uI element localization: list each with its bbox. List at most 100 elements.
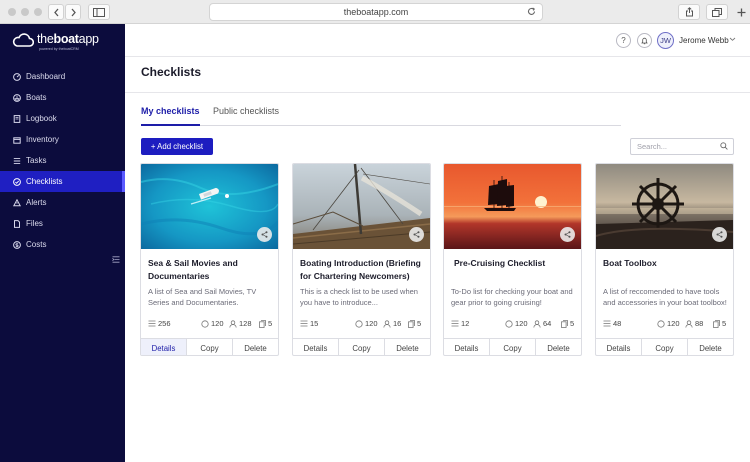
search-input[interactable] — [631, 139, 719, 154]
files-icon — [14, 219, 20, 228]
window-minimize-dot[interactable] — [21, 8, 29, 16]
copy-button[interactable]: Copy — [642, 339, 688, 355]
page-title: Checklists — [141, 65, 202, 79]
share-button[interactable] — [712, 227, 727, 242]
cloud-logo-icon — [12, 33, 34, 47]
sidebar: theboatapp powered by theboatCRM Dashboa… — [0, 24, 125, 462]
share-square-icon — [685, 7, 693, 17]
share-button[interactable] — [560, 227, 575, 242]
tab-public-checklists[interactable]: Public checklists — [213, 105, 279, 126]
share-page-button[interactable] — [678, 4, 700, 20]
copies-count: 5 — [561, 319, 574, 328]
avatar[interactable]: JW — [657, 32, 674, 49]
copy-icon — [408, 319, 415, 328]
tabs-overview-button[interactable] — [706, 4, 728, 20]
copies-count: 5 — [408, 319, 421, 328]
details-button[interactable]: Details — [141, 339, 187, 355]
sidebar-item-label: Logbook — [26, 114, 57, 123]
checklist-card: Sea & Sail Movies and Documentaries A li… — [140, 163, 279, 356]
search-icon[interactable] — [720, 142, 728, 150]
card-actions: Details Copy Delete — [293, 338, 430, 355]
tab-my-checklists[interactable]: My checklists — [141, 105, 200, 126]
delete-button[interactable]: Delete — [385, 339, 430, 355]
notifications-button[interactable] — [637, 33, 652, 48]
sidebar-item-costs[interactable]: Costs — [0, 234, 125, 255]
sidebar-item-label: Inventory — [26, 135, 59, 144]
sidebar-nav: Dashboard Boats Logbook Inventory Tasks … — [0, 66, 125, 255]
checklist-title[interactable]: Boat Toolbox — [603, 257, 728, 270]
share-icon — [716, 231, 723, 238]
delete-button[interactable]: Delete — [536, 339, 581, 355]
logo-wordmark: theboatapp — [37, 33, 99, 46]
items-count: 48 — [603, 319, 621, 328]
main-content: Checklists My checklists Public checklis… — [125, 57, 750, 462]
sidebar-item-logbook[interactable]: Logbook — [0, 108, 125, 129]
window-close-dot[interactable] — [8, 8, 16, 16]
views-count-value: 120 — [515, 319, 528, 328]
views-count-value: 120 — [211, 319, 224, 328]
help-button[interactable]: ? — [616, 33, 631, 48]
sidebar-item-label: Tasks — [26, 156, 47, 165]
chevron-down-icon[interactable] — [729, 36, 736, 42]
list-icon — [148, 320, 156, 327]
checklist-card: Pre-Cruising Checklist To-Do list for ch… — [443, 163, 582, 356]
followers-count-value: 88 — [695, 319, 704, 328]
collapse-sidebar-icon[interactable] — [112, 256, 120, 263]
chevron-right-icon — [71, 8, 76, 16]
delete-button[interactable]: Delete — [233, 339, 278, 355]
sidebar-item-files[interactable]: Files — [0, 213, 125, 234]
new-tab-icon[interactable] — [737, 8, 746, 17]
help-icon: ? — [621, 36, 626, 45]
alerts-icon — [13, 198, 21, 206]
views-count-value: 120 — [365, 319, 378, 328]
sidebar-item-checklists[interactable]: Checklists — [0, 171, 125, 192]
sidebar-item-alerts[interactable]: Alerts — [0, 192, 125, 213]
user-icon — [229, 319, 237, 328]
copy-button[interactable]: Copy — [339, 339, 385, 355]
delete-button[interactable]: Delete — [688, 339, 733, 355]
checklist-title[interactable]: Boating Introduction (Briefing for Chart… — [300, 257, 425, 283]
tasks-icon — [13, 157, 21, 164]
checklist-title[interactable]: Pre-Cruising Checklist — [454, 257, 579, 270]
sidebar-item-inventory[interactable]: Inventory — [0, 129, 125, 150]
back-button[interactable] — [48, 4, 64, 20]
details-button[interactable]: Details — [596, 339, 642, 355]
logo-text-app: app — [78, 32, 99, 46]
reload-icon[interactable] — [527, 7, 536, 16]
forward-button[interactable] — [65, 4, 81, 20]
card-actions: Details Copy Delete — [444, 338, 581, 355]
checklist-card: Boat Toolbox A list of reccomended to ha… — [595, 163, 734, 356]
boat-icon — [13, 93, 21, 102]
add-checklist-button[interactable]: + Add checklist — [141, 138, 213, 155]
window-zoom-dot[interactable] — [34, 8, 42, 16]
sidebar-item-label: Checklists — [26, 177, 63, 186]
title-divider — [125, 92, 750, 93]
tabs-icon — [712, 7, 722, 17]
logo-text-boat: boat — [53, 32, 79, 46]
bell-icon — [641, 37, 648, 44]
sidebar-toggle-button[interactable] — [88, 4, 110, 20]
items-count-value: 15 — [310, 319, 319, 328]
user-icon — [383, 319, 391, 328]
avatar-initials: JW — [660, 36, 671, 45]
address-bar[interactable]: theboatapp.com — [209, 3, 543, 21]
user-name[interactable]: Jerome Webb — [679, 36, 729, 45]
details-button[interactable]: Details — [444, 339, 490, 355]
card-actions: Details Copy Delete — [596, 338, 733, 355]
sidebar-item-dashboard[interactable]: Dashboard — [0, 66, 125, 87]
share-icon — [413, 231, 420, 238]
copy-button[interactable]: Copy — [490, 339, 536, 355]
share-button[interactable] — [257, 227, 272, 242]
checklist-description: A list of Sea and Sail Movies, TV Series… — [148, 287, 257, 307]
sidebar-item-boats[interactable]: Boats — [0, 87, 125, 108]
copy-button[interactable]: Copy — [187, 339, 233, 355]
checklist-title[interactable]: Sea & Sail Movies and Documentaries — [148, 257, 273, 283]
card-actions: Details Copy Delete — [141, 338, 278, 355]
share-button[interactable] — [409, 227, 424, 242]
sidebar-item-tasks[interactable]: Tasks — [0, 150, 125, 171]
sidebar-item-label: Dashboard — [26, 72, 66, 81]
app-logo[interactable]: theboatapp powered by theboatCRM — [12, 33, 99, 51]
user-icon — [533, 319, 541, 328]
details-button[interactable]: Details — [293, 339, 339, 355]
sidebar-item-label: Files — [26, 219, 43, 228]
